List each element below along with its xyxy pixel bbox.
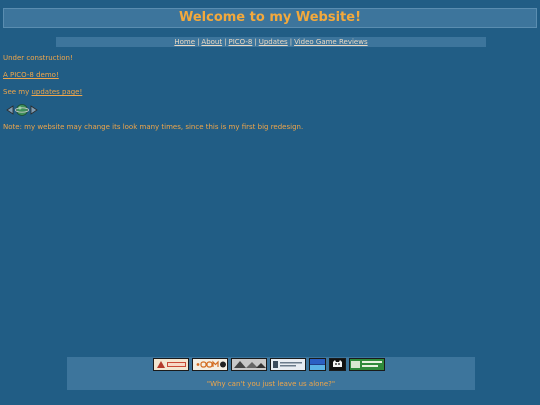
nav-bar: Home | About | PICO-8 | Updates | Video Game Rev… [56,37,486,47]
nav-home-link[interactable]: Home [174,38,195,46]
title-bar: Welcome to my Website! [3,8,537,28]
redesign-note: Note: my website may change its look man… [3,123,304,131]
construction-text: Under construction! [3,54,73,62]
nav-updates-link[interactable]: Updates [259,38,288,46]
nav-game-reviews-link[interactable]: Video Game Reviews [294,38,368,46]
updates-prefix: See my [3,88,32,96]
page-title: Welcome to my Website! [178,10,362,25]
dotcom-badge[interactable] [192,358,228,371]
arrow-left-icon[interactable] [6,105,14,115]
nav-pico8-link[interactable]: PICO-8 [228,38,252,46]
main-content: Under construction! A PICO-8 demo! See m… [3,54,523,140]
updates-page-link[interactable]: updates page! [31,88,82,96]
nav-about-link[interactable]: About [201,38,222,46]
arrow-right-icon[interactable] [30,105,38,115]
silicon-valley-badge[interactable] [349,358,385,371]
globe-ring-icon[interactable] [15,103,29,117]
site-badge-3[interactable] [231,358,267,371]
demo-paragraph: A PICO-8 demo! [3,71,523,80]
webring-badge[interactable] [153,358,189,371]
pico8-demo-link[interactable]: A PICO-8 demo! [3,71,59,79]
site-badge-5[interactable] [309,358,326,371]
webring-nav [6,103,523,117]
badge-row [153,358,385,371]
site-badge-4[interactable] [270,358,306,371]
footer-panel: "Why can't you just leave us alone?" [67,357,475,390]
cat-badge[interactable] [329,358,346,371]
footer-quote: "Why can't you just leave us alone?" [206,380,336,388]
updates-paragraph: See my updates page! [3,88,523,97]
